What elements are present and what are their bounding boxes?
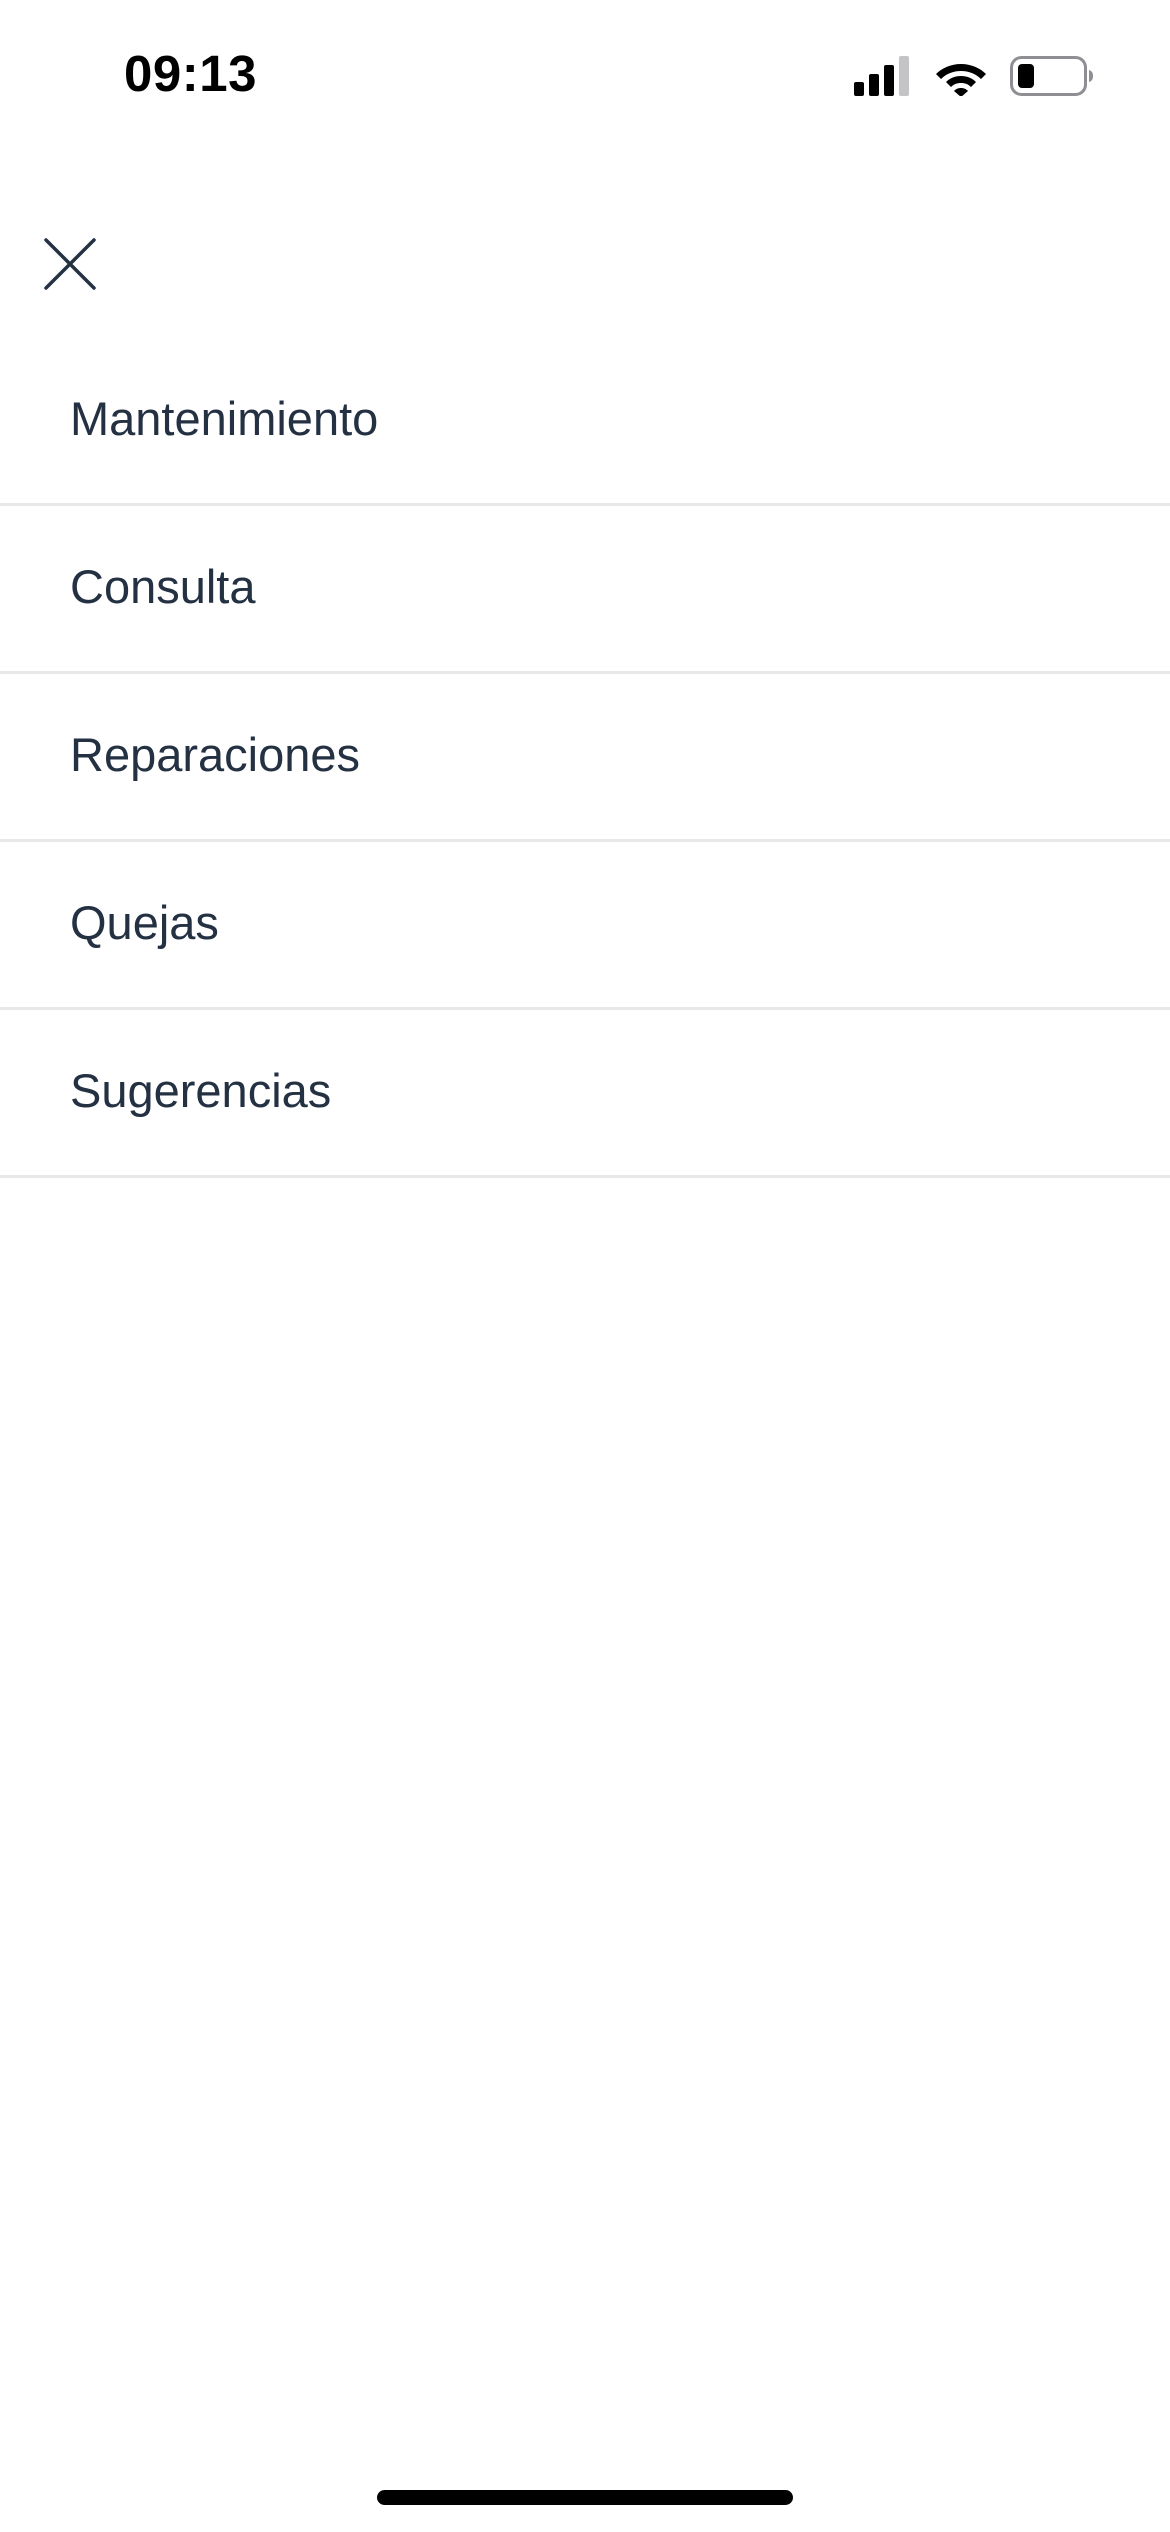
wifi-icon [934,56,988,101]
home-indicator[interactable] [377,2490,793,2505]
menu-item-label: Consulta [70,560,256,613]
menu-item-label: Reparaciones [70,728,361,781]
status-time: 09:13 [124,45,257,102]
status-icons [854,55,1094,101]
menu-item-quejas[interactable]: Quejas [0,842,1170,1010]
battery-icon [1010,55,1094,101]
menu-item-mantenimiento[interactable]: Mantenimiento [0,338,1170,506]
close-button[interactable] [30,226,110,306]
menu-item-label: Sugerencias [70,1064,332,1117]
menu-item-sugerencias[interactable]: Sugerencias [0,1010,1170,1178]
cellular-signal-icon [854,55,912,101]
menu-item-consulta[interactable]: Consulta [0,506,1170,674]
menu-list: Mantenimiento Consulta Reparaciones Quej… [0,338,1170,1178]
menu-item-label: Quejas [70,896,219,949]
status-bar: 09:13 [0,0,1170,150]
close-icon [42,236,98,297]
menu-item-reparaciones[interactable]: Reparaciones [0,674,1170,842]
menu-item-label: Mantenimiento [70,392,379,445]
